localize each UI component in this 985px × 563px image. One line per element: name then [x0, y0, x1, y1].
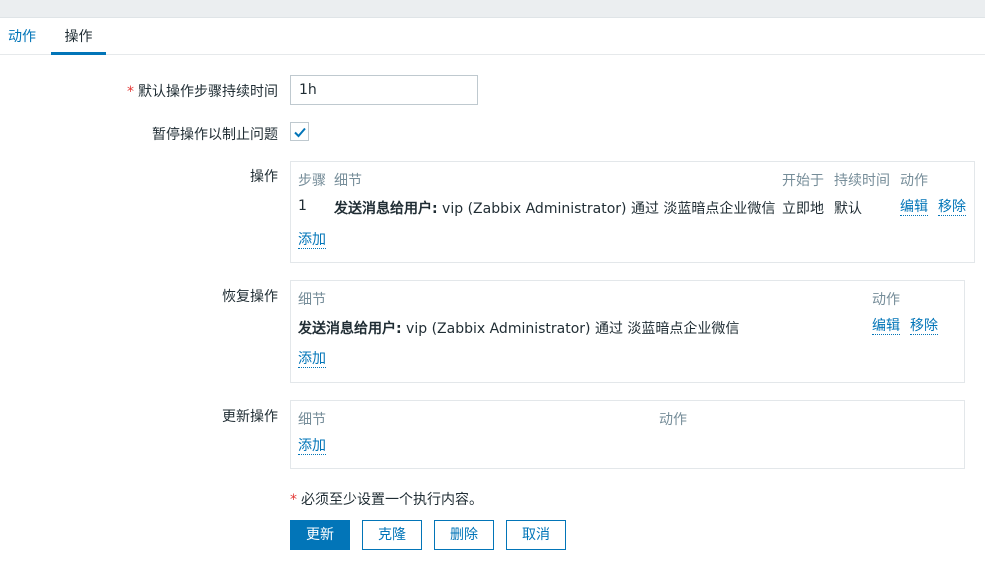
default-duration-label: * 默认操作步骤持续时间 — [127, 84, 278, 100]
update-button[interactable]: 更新 — [290, 520, 350, 550]
delete-button[interactable]: 删除 — [434, 520, 494, 550]
recovery-operation-details: 发送消息给用户: vip (Zabbix Administrator) 通过 淡… — [298, 321, 740, 337]
recovery-operations-table: 细节 动作 发送消息给用户: vip (Zabbix Administrator… — [290, 280, 965, 383]
operation-edit-link[interactable]: 编辑 — [900, 199, 928, 216]
pause-operations-checkbox[interactable] — [290, 122, 309, 141]
recovery-operations-label: 恢复操作 — [222, 289, 278, 305]
required-marker: * — [127, 84, 134, 100]
recovery-remove-link[interactable]: 移除 — [910, 318, 938, 335]
recovery-add-link[interactable]: 添加 — [298, 351, 326, 368]
header-duration: 持续时间 — [834, 173, 890, 189]
top-bar — [0, 0, 985, 18]
cancel-button[interactable]: 取消 — [506, 520, 566, 550]
operation-start-in: 立即地 — [782, 201, 824, 217]
update-header-action: 动作 — [659, 412, 687, 428]
checkmark-icon — [294, 127, 306, 138]
update-operations-label: 更新操作 — [222, 409, 278, 425]
header-action: 动作 — [900, 173, 928, 189]
tab-operations[interactable]: 操作 — [51, 19, 106, 55]
tab-actions[interactable]: 动作 — [8, 19, 36, 55]
pause-operations-label: 暂停操作以制止问题 — [152, 127, 278, 143]
operation-step: 1 — [298, 198, 307, 214]
recovery-edit-link[interactable]: 编辑 — [872, 318, 900, 335]
operation-remove-link[interactable]: 移除 — [938, 199, 966, 216]
clone-button[interactable]: 克隆 — [362, 520, 422, 550]
operation-details: 发送消息给用户: vip (Zabbix Administrator) 通过 淡… — [334, 201, 776, 217]
operation-add-link[interactable]: 添加 — [298, 232, 326, 249]
update-add-link[interactable]: 添加 — [298, 438, 326, 455]
default-duration-input[interactable] — [290, 75, 478, 105]
recovery-header-details: 细节 — [298, 292, 326, 308]
header-start-in: 开始于 — [782, 173, 824, 189]
update-operations-table: 细节 动作 添加 — [290, 400, 965, 469]
operations-label: 操作 — [250, 169, 278, 185]
header-steps: 步骤 — [298, 173, 326, 189]
tab-bar: 动作 操作 — [0, 19, 985, 55]
operation-duration: 默认 — [834, 201, 862, 217]
required-note: * 必须至少设置一个执行内容。 — [290, 492, 483, 508]
required-marker-note: * — [290, 492, 297, 508]
header-details: 细节 — [334, 173, 362, 189]
operations-table: 步骤 细节 开始于 持续时间 动作 1 发送消息给用户: vip (Zabbix… — [290, 161, 975, 263]
update-header-details: 细节 — [298, 412, 326, 428]
recovery-header-action: 动作 — [872, 292, 900, 308]
